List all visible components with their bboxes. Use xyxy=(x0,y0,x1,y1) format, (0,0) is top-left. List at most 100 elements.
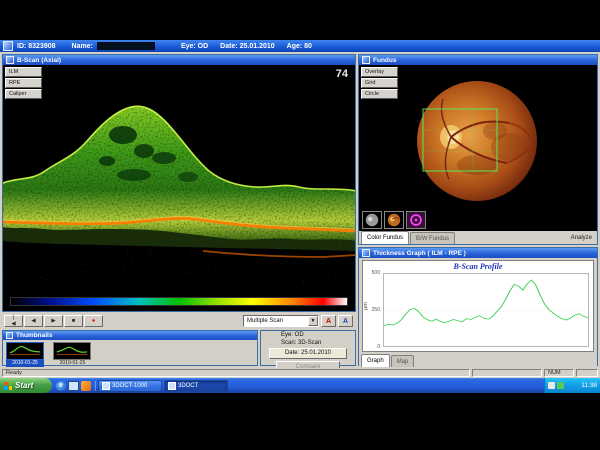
age-label: Age: 80 xyxy=(287,43,312,50)
patient-id-label: ID: 8323908 xyxy=(17,43,56,50)
thumbnail-image[interactable] xyxy=(53,342,91,360)
bscan-tool-buttons: ILM RPE Caliper xyxy=(5,67,42,100)
thickness-panel-titlebar[interactable]: Thickness Graph ( ILM - RPE ) xyxy=(359,248,597,258)
bscan-panel: B-Scan (Axial) xyxy=(2,54,356,312)
analyze-button[interactable]: Analyze xyxy=(571,235,595,241)
patient-name-label: Name: xyxy=(72,43,93,50)
thumbnails-panel-icon xyxy=(6,332,13,339)
stop-button[interactable]: ■ xyxy=(64,315,83,327)
tray-icon-1[interactable] xyxy=(548,382,555,389)
tab-graph[interactable]: Graph xyxy=(361,354,390,367)
chart-title: B-Scan Profile xyxy=(363,262,593,271)
rpe-button[interactable]: RPE xyxy=(5,78,42,88)
scan-mode-dropdown[interactable]: Multiple Scan ▼ xyxy=(243,315,319,327)
profile-yticks: 0250500 xyxy=(363,273,382,347)
ilm-button[interactable]: ILM xyxy=(5,67,42,77)
task-label: 3DOCT-1000 xyxy=(112,383,147,389)
thumbnails-panel: Thumbnails 2010-01-25 xyxy=(2,330,258,366)
thickness-tabstrip: Graph Map xyxy=(359,354,597,367)
caliper-button[interactable]: Caliper xyxy=(5,89,42,99)
thickness-panel-icon xyxy=(362,249,370,257)
thumbnail-caption: 2010-01-25 xyxy=(53,360,91,367)
status-cell-empty xyxy=(472,369,542,377)
bscan-panel-icon xyxy=(6,56,14,64)
system-tray: 11:38 xyxy=(544,378,600,393)
scan-info-date-button[interactable]: Date: 25.01.2010 xyxy=(269,348,347,359)
chevron-down-icon[interactable]: ▼ xyxy=(308,316,318,326)
show-desktop-icon[interactable] xyxy=(68,381,79,391)
tray-icon-2[interactable] xyxy=(557,382,564,389)
scan-info-eye: Eye: OD xyxy=(261,331,355,340)
fundus-panel-titlebar[interactable]: Fundus xyxy=(359,55,597,65)
taskbar-task-3doct[interactable]: 3DOCT xyxy=(164,380,228,392)
bw-fundus-thumbnail[interactable] xyxy=(362,211,382,229)
task-window-icon xyxy=(168,382,176,390)
bscan-image-area[interactable]: ILM RPE Caliper 74 xyxy=(3,65,355,311)
app-window-icon xyxy=(3,41,13,51)
taskbar-clock: 11:38 xyxy=(581,382,597,389)
eye-label: Eye: OD xyxy=(181,43,208,50)
thumbnail-item[interactable]: 2010-01-25 xyxy=(53,342,91,367)
task-label: 3DOCT xyxy=(178,383,198,389)
thumbnail-item[interactable]: 2010-01-25 xyxy=(6,342,44,367)
num-lock-indicator: NUM xyxy=(544,369,574,377)
step-first-button[interactable]: |◀ xyxy=(4,315,23,327)
fundus-panel: Fundus xyxy=(358,54,598,245)
browser-icon[interactable]: e xyxy=(56,381,66,391)
profile-chart: B-Scan Profile 0250500 μm xyxy=(362,260,594,352)
thickness-panel-title: Thickness Graph ( ILM - RPE ) xyxy=(373,250,466,257)
taskbar-task-3doct-1000[interactable]: 3DOCT-1000 xyxy=(98,380,162,392)
status-cell-empty-2 xyxy=(576,369,598,377)
step-back-button[interactable]: ◀ xyxy=(24,315,43,327)
play-button[interactable]: ▶ xyxy=(44,315,63,327)
start-button-label: Start xyxy=(15,381,33,390)
media-player-icon[interactable] xyxy=(81,381,91,391)
task-window-icon xyxy=(102,382,110,390)
fundus-panel-title: Fundus xyxy=(373,57,396,64)
scan-info-scan: Scan: 3D-Scan xyxy=(261,340,355,347)
annotation-button[interactable]: A xyxy=(321,315,336,327)
intensity-colorbar xyxy=(10,297,348,306)
tab-bw-fundus[interactable]: B/W Fundus xyxy=(410,232,455,244)
scan-mode-value: Multiple Scan xyxy=(244,318,308,324)
profile-plot xyxy=(383,273,589,347)
bscan-panel-titlebar[interactable]: B-Scan (Axial) xyxy=(3,55,355,65)
workspace: B-Scan (Axial) xyxy=(0,52,600,368)
fundus-tabstrip: Color Fundus B/W Fundus Analyze xyxy=(359,231,597,244)
record-button[interactable]: ● xyxy=(84,315,103,327)
circle-button[interactable]: Circle xyxy=(361,89,398,99)
taskbar: Start e 3DOCT-1000 3DOCT 11:38 xyxy=(0,378,600,393)
scan-info-panel: Eye: OD Scan: 3D-Scan Date: 25.01.2010 C… xyxy=(260,330,356,366)
exam-date-label: Date: 25.01.2010 xyxy=(220,43,274,50)
thumbnails-panel-title: Thumbnails xyxy=(16,332,52,339)
overlay-button[interactable]: Overlay xyxy=(361,67,398,77)
thumbnails-list: 2010-01-25 2010-01-25 xyxy=(3,340,257,365)
thumbnail-caption: 2010-01-25 xyxy=(6,360,44,367)
tab-color-fundus[interactable]: Color Fundus xyxy=(361,231,409,244)
thickness-panel: Thickness Graph ( ILM - RPE ) B-Scan Pro… xyxy=(358,247,598,366)
quick-launch-bar: e xyxy=(52,381,96,391)
text-tool-button[interactable]: A xyxy=(338,315,353,327)
app-titlebar: ID: 8323908 Name: Eye: OD Date: 25.01.20… xyxy=(0,40,600,52)
thumbnail-image-selected[interactable] xyxy=(6,342,44,360)
playback-toolbar: |◀ ◀ ▶ ■ ● Multiple Scan ▼ A A xyxy=(2,314,356,328)
fundus-image-area[interactable]: Overlay Grid Circle xyxy=(359,65,597,231)
y-axis-unit-label: μm xyxy=(363,302,369,310)
thumbnails-panel-titlebar[interactable]: Thumbnails xyxy=(3,331,257,340)
bscan-panel-title: B-Scan (Axial) xyxy=(17,57,61,64)
statusbar: Ready NUM xyxy=(0,368,600,378)
windows-flag-icon xyxy=(4,382,12,390)
fundus-tool-buttons: Overlay Grid Circle xyxy=(361,67,398,100)
oct-bscan-image[interactable] xyxy=(3,65,355,293)
frame-number: 74 xyxy=(336,68,348,80)
color-fundus-thumbnail[interactable] xyxy=(384,211,404,229)
start-button[interactable]: Start xyxy=(0,378,52,393)
playback-right-group: Multiple Scan ▼ A A xyxy=(243,315,353,327)
grid-button[interactable]: Grid xyxy=(361,78,398,88)
etdrs-circle-thumbnail[interactable] xyxy=(406,211,426,229)
status-message: Ready xyxy=(2,369,470,377)
tab-map[interactable]: Map xyxy=(391,355,415,367)
fundus-mode-thumbnails xyxy=(362,211,428,229)
fundus-panel-icon xyxy=(362,56,370,64)
patient-name-redacted xyxy=(97,42,155,50)
